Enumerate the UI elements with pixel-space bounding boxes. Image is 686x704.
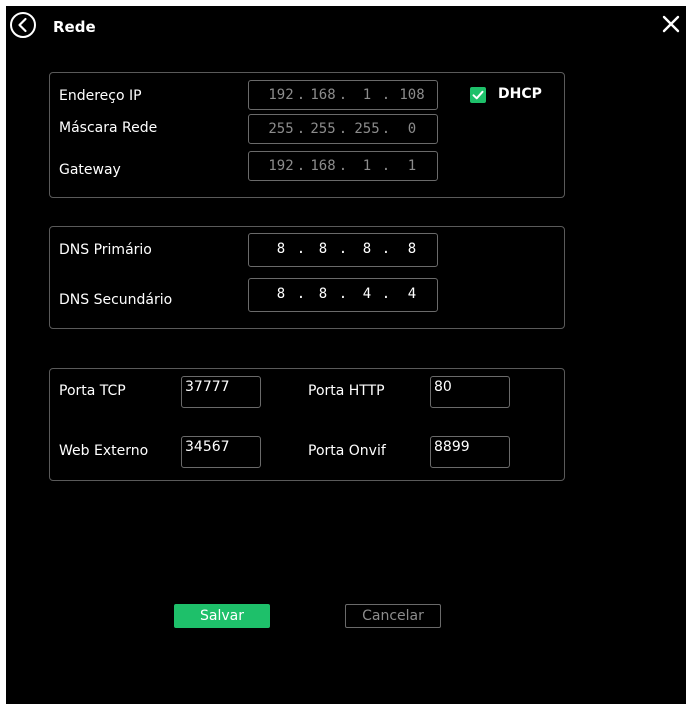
tcp-port-label: Porta TCP: [59, 383, 126, 399]
gateway-input[interactable]: 192. 168. 1. 1: [248, 151, 438, 181]
ip-address-input[interactable]: 192. 168. 1. 108: [248, 80, 438, 110]
save-button[interactable]: Salvar: [174, 604, 270, 628]
page-title: Rede: [53, 18, 96, 36]
dns-secondary-label: DNS Secundário: [59, 292, 173, 308]
subnet-mask-label: Máscara Rede: [59, 120, 158, 136]
web-external-label: Web Externo: [59, 443, 149, 459]
ip-address-label: Endereço IP: [59, 88, 142, 104]
back-circle-icon[interactable]: [9, 11, 37, 39]
http-port-input[interactable]: 80: [430, 376, 510, 408]
dhcp-checkbox[interactable]: [470, 87, 486, 103]
onvif-port-input[interactable]: 8899: [430, 436, 510, 468]
checkmark-icon: [472, 90, 484, 100]
close-icon[interactable]: [661, 14, 681, 34]
web-external-input[interactable]: 34567: [181, 436, 261, 468]
dns-primary-label: DNS Primário: [59, 242, 152, 258]
onvif-port-label: Porta Onvif: [308, 443, 386, 459]
subnet-mask-input[interactable]: 255. 255. 255. 0: [248, 114, 438, 144]
gateway-label: Gateway: [59, 162, 121, 178]
dhcp-label: DHCP: [498, 86, 542, 102]
http-port-label: Porta HTTP: [308, 383, 385, 399]
cancel-button[interactable]: Cancelar: [345, 604, 441, 628]
dns-primary-input[interactable]: 8.8.8.8: [248, 233, 438, 267]
dns-secondary-input[interactable]: 8.8.4.4: [248, 278, 438, 312]
tcp-port-input[interactable]: 37777: [181, 376, 261, 408]
network-settings-window: Rede Endereço IP 192. 168. 1. 108 Máscara R…: [6, 6, 686, 704]
